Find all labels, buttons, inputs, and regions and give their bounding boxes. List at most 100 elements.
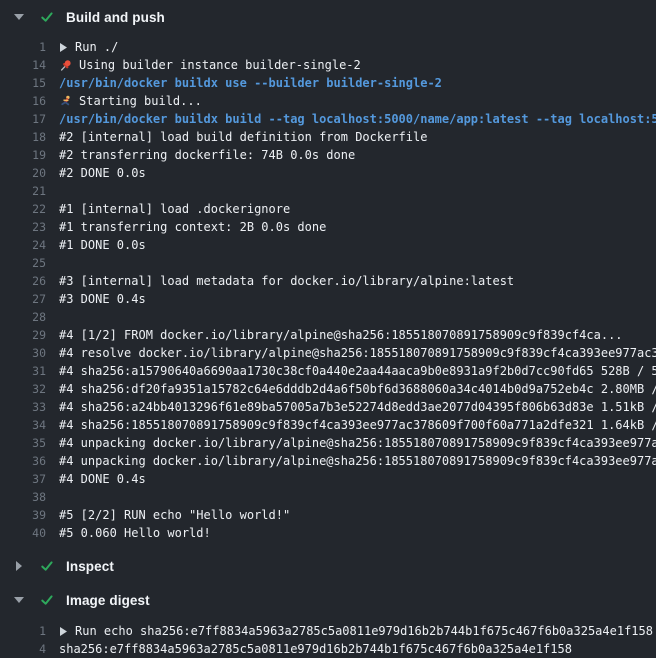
line-number[interactable]: 24 (0, 238, 46, 252)
line-number[interactable]: 27 (0, 292, 46, 306)
check-icon (39, 593, 54, 607)
log-line: 26 #3 [internal] load metadata for docker… (0, 272, 656, 290)
log-line: 27 #3 DONE 0.4s (0, 290, 656, 308)
line-number[interactable]: 37 (0, 472, 46, 486)
log-text: #5 0.060 Hello world! (59, 526, 211, 540)
section-title: Build and push (66, 10, 165, 25)
line-number[interactable]: 34 (0, 418, 46, 432)
line-number[interactable]: 35 (0, 436, 46, 450)
log-text: #4 unpacking docker.io/library/alpine@sh… (59, 454, 656, 468)
check-icon (39, 559, 54, 573)
line-number[interactable]: 32 (0, 382, 46, 396)
log-line: 1 Run echo sha256:e7ff8834a5963a2785c5a08… (0, 622, 656, 640)
line-number[interactable]: 31 (0, 364, 46, 378)
line-number[interactable]: 15 (0, 76, 46, 90)
log-lines-build-and-push: 1 Run ./ 14Using builder instance builder-… (0, 34, 656, 548)
play-icon[interactable] (59, 626, 68, 637)
log-command-text: /usr/bin/docker buildx build --tag local… (59, 112, 656, 126)
line-number[interactable]: 4 (0, 642, 46, 656)
log-text: Run echo sha256:e7ff8834a5963a2785c5a081… (75, 624, 653, 638)
section-header-inspect[interactable]: Inspect (0, 550, 656, 582)
line-number[interactable]: 28 (0, 310, 46, 324)
check-icon (39, 10, 54, 24)
log-line: 24 #1 DONE 0.0s (0, 236, 656, 254)
line-number[interactable]: 16 (0, 94, 46, 108)
log-line: 18 #2 [internal] load build definition fr… (0, 128, 656, 146)
log-text: #5 [2/2] RUN echo "Hello world!" (59, 508, 290, 522)
section-header-image-digest[interactable]: Image digest (0, 584, 656, 616)
log-line: 23 #1 transferring context: 2B 0.0s done (0, 218, 656, 236)
line-number[interactable]: 21 (0, 184, 46, 198)
line-number[interactable]: 38 (0, 490, 46, 504)
log-line: 16 Starting build... (0, 92, 656, 110)
log-line: 4 sha256:e7ff8834a5963a2785c5a0811e979d16… (0, 640, 656, 658)
line-number[interactable]: 39 (0, 508, 46, 522)
log-text: #4 unpacking docker.io/library/alpine@sh… (59, 436, 656, 450)
log-line: 35 #4 unpacking docker.io/library/alpine@… (0, 434, 656, 452)
chevron-down-icon (13, 14, 25, 20)
section-title: Image digest (66, 593, 150, 608)
line-number[interactable]: 18 (0, 130, 46, 144)
log-text: #4 DONE 0.4s (59, 472, 146, 486)
section-header-build-and-push[interactable]: Build and push (0, 0, 656, 34)
line-number[interactable]: 17 (0, 112, 46, 126)
log-line: 31 #4 sha256:a15790640a6690aa1730c38cf0a4… (0, 362, 656, 380)
log-line: 40 #5 0.060 Hello world! (0, 524, 656, 542)
log-line: 15/usr/bin/docker buildx use --builder b… (0, 74, 656, 92)
workflow-log-viewer: Build and push 1 Run ./ 14Using builder ins… (0, 0, 656, 658)
log-text: sha256:e7ff8834a5963a2785c5a0811e979d16b… (59, 642, 572, 656)
log-line: 36 #4 unpacking docker.io/library/alpine@… (0, 452, 656, 470)
line-number[interactable]: 25 (0, 256, 46, 270)
log-line: 34 #4 sha256:185518070891758909c9f839cf4c… (0, 416, 656, 434)
log-text: #4 sha256:185518070891758909c9f839cf4ca3… (59, 418, 656, 432)
log-text: #1 DONE 0.0s (59, 238, 146, 252)
log-line: 19#2 transferring dockerfile: 74B 0.0s d… (0, 146, 656, 164)
log-line: 38 (0, 488, 656, 506)
log-lines-image-digest: 1 Run echo sha256:e7ff8834a5963a2785c5a08… (0, 616, 656, 658)
log-line: 1 Run ./ (0, 38, 656, 56)
log-text: Run ./ (75, 40, 118, 54)
log-line: 14Using builder instance builder-single-… (0, 56, 656, 74)
log-text: #3 DONE 0.4s (59, 292, 146, 306)
log-text: #1 transferring context: 2B 0.0s done (59, 220, 326, 234)
chevron-right-icon (13, 561, 25, 571)
line-number[interactable]: 36 (0, 454, 46, 468)
log-text: #4 resolve docker.io/library/alpine@sha2… (59, 346, 656, 360)
line-number[interactable]: 26 (0, 274, 46, 288)
play-icon[interactable] (59, 42, 68, 53)
line-number[interactable]: 1 (0, 40, 46, 54)
log-text: Starting build... (79, 94, 202, 108)
log-line: 28 (0, 308, 656, 326)
line-number[interactable]: 29 (0, 328, 46, 342)
log-text: #3 [internal] load metadata for docker.i… (59, 274, 514, 288)
log-line: 32 #4 sha256:df20fa9351a15782c64e6dddb2d4… (0, 380, 656, 398)
log-text: #4 sha256:a15790640a6690aa1730c38cf0a440… (59, 364, 656, 378)
line-number[interactable]: 19 (0, 148, 46, 162)
log-line: 39 #5 [2/2] RUN echo "Hello world!" (0, 506, 656, 524)
runner-icon (59, 95, 72, 108)
line-number[interactable]: 14 (0, 58, 46, 72)
line-number[interactable]: 40 (0, 526, 46, 540)
log-text: #4 sha256:df20fa9351a15782c64e6dddb2d4a6… (59, 382, 656, 396)
log-line: 22 #1 [internal] load .dockerignore (0, 200, 656, 218)
log-line: 30 #4 resolve docker.io/library/alpine@sh… (0, 344, 656, 362)
log-command-text: /usr/bin/docker buildx use --builder bui… (59, 76, 442, 90)
log-text: #1 [internal] load .dockerignore (59, 202, 290, 216)
log-line: 29#4 [1/2] FROM docker.io/library/alpine… (0, 326, 656, 344)
log-line: 37 #4 DONE 0.4s (0, 470, 656, 488)
log-line: 21 (0, 182, 656, 200)
pushpin-icon (59, 59, 72, 72)
section-title: Inspect (66, 559, 114, 574)
log-text: #2 [internal] load build definition from… (59, 130, 427, 144)
log-text: #4 sha256:a24bb4013296f61e89ba57005a7b3e… (59, 400, 656, 414)
line-number[interactable]: 33 (0, 400, 46, 414)
log-line: 25 (0, 254, 656, 272)
chevron-down-icon (13, 597, 25, 603)
line-number[interactable]: 20 (0, 166, 46, 180)
line-number[interactable]: 30 (0, 346, 46, 360)
log-line: 33 #4 sha256:a24bb4013296f61e89ba57005a7b… (0, 398, 656, 416)
line-number[interactable]: 23 (0, 220, 46, 234)
line-number[interactable]: 22 (0, 202, 46, 216)
log-line: 20#2 DONE 0.0s (0, 164, 656, 182)
line-number[interactable]: 1 (0, 624, 46, 638)
